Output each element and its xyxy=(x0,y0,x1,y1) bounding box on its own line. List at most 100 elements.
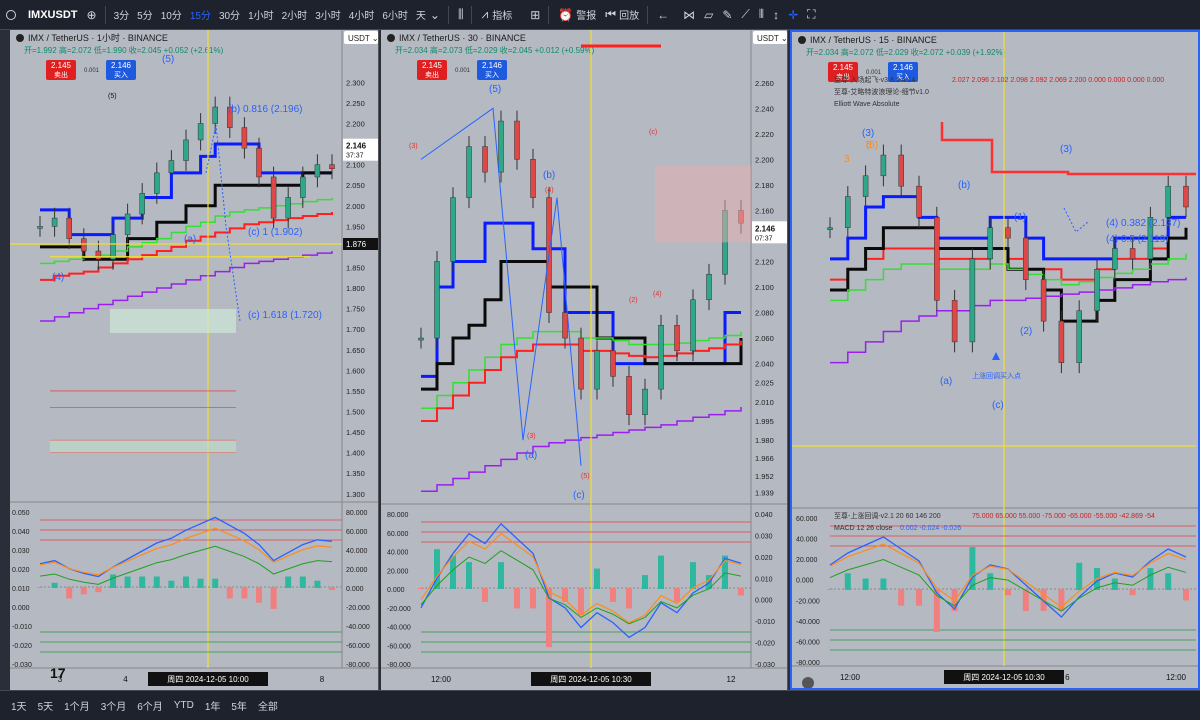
range-7[interactable]: 5年 xyxy=(231,698,247,713)
osc-line-fast xyxy=(39,516,333,578)
measure-icon[interactable]: ↕ xyxy=(773,8,779,22)
settings-dot-icon xyxy=(802,677,814,688)
chart-pane-30m[interactable]: IMX / TetherUS · 30 · BINANCE 开=2.034 高=2… xyxy=(381,30,788,690)
candle-body xyxy=(578,337,584,390)
osc-right-tick: -0.030 xyxy=(755,662,775,669)
crosshair-price: 1.876 xyxy=(346,240,367,249)
interval-9[interactable]: 6小时 xyxy=(382,7,408,22)
osc-histogram-bar xyxy=(690,562,696,589)
indicators-button[interactable]: 指标 xyxy=(492,7,512,22)
chart-pane-15m[interactable]: IMX / TetherUS · 15 · BINANCE 开=2.034 高=2… xyxy=(790,30,1200,690)
interval-4[interactable]: 30分 xyxy=(219,7,240,22)
candle-body xyxy=(51,217,58,227)
osc-histogram-bar xyxy=(1129,589,1136,596)
osc-histogram-bar xyxy=(124,576,131,588)
interval-10[interactable]: 天 xyxy=(416,7,426,22)
y-tick-label: 1.966 xyxy=(755,454,774,463)
fullscreen-icon[interactable]: ⛶ xyxy=(807,7,815,22)
range-6[interactable]: 1年 xyxy=(205,698,221,713)
chart-pane-1h[interactable]: IMX / TetherUS · 1小时 · BINANCE 开=1.992 高=… xyxy=(10,30,379,690)
candle-body xyxy=(862,175,869,197)
candle-body xyxy=(1023,237,1029,280)
interval-7[interactable]: 3小时 xyxy=(315,7,341,22)
plus-circle-icon[interactable]: ⊕ xyxy=(87,8,97,22)
candle-body xyxy=(1129,248,1136,260)
wave-annotation: 上涨回调买入点 xyxy=(972,371,1021,380)
crosshair-icon[interactable]: ✛ xyxy=(788,8,798,22)
replay-button[interactable]: 回放 xyxy=(619,7,639,22)
osc-title: 至尊-上涨回调-v2.1 20 60 146 200 xyxy=(834,511,941,520)
last-price: 2.146 xyxy=(346,142,367,151)
candle-body xyxy=(690,299,696,352)
candle-body xyxy=(418,337,424,341)
candle-body xyxy=(880,154,887,177)
osc-right-tick: -40.000 xyxy=(346,624,370,631)
range-8[interactable]: 全部 xyxy=(258,698,278,713)
layout-grid-icon[interactable]: ⊞ xyxy=(530,8,540,22)
candle-body xyxy=(674,325,680,352)
rectangle-draw-icon[interactable]: ▱ xyxy=(704,8,713,22)
resistance-zone xyxy=(655,165,751,243)
interval-6[interactable]: 2小时 xyxy=(282,7,308,22)
osc-histogram-bar xyxy=(916,589,922,606)
osc-right-tick: -80.000 xyxy=(346,662,370,669)
interval-8[interactable]: 4小时 xyxy=(349,7,375,22)
countdown: 37:37 xyxy=(346,153,364,160)
ohlc-readout: 开=2.034 高=2.073 低=2.029 收=2.045 +0.012 (… xyxy=(395,45,595,55)
indicators-icon[interactable]: ⩘ xyxy=(481,7,488,22)
candle-body xyxy=(969,258,976,343)
alert-button[interactable]: 警报 xyxy=(576,7,596,22)
pen-icon[interactable]: ✎ xyxy=(722,8,732,22)
osc-left-tick: -20.000 xyxy=(387,606,411,613)
osc-histogram-bar xyxy=(80,587,87,595)
osc-left-tick: -0.030 xyxy=(12,662,32,669)
osc-histogram-bar xyxy=(969,547,976,590)
symbol-search-icon[interactable] xyxy=(6,9,16,20)
wave-annotation: (a) xyxy=(940,376,952,387)
osc-left-tick: 40.000 xyxy=(387,550,409,557)
chevron-down-icon[interactable]: ⌄ xyxy=(430,8,440,22)
range-0[interactable]: 1天 xyxy=(11,698,27,713)
sell-price: 2.145 xyxy=(51,61,72,70)
osc-left-tick: 80.000 xyxy=(387,512,409,519)
osc-right-tick: -0.020 xyxy=(755,641,775,648)
interval-0[interactable]: 3分 xyxy=(114,7,130,22)
sell-price: 2.145 xyxy=(422,61,443,70)
vertical-line-icon[interactable]: ⦀ xyxy=(759,7,764,22)
osc-left-tick: -60.000 xyxy=(387,643,411,650)
x-cursor-label: 周四 2024-12-05 10:30 xyxy=(550,675,632,684)
y-tick-label: 2.100 xyxy=(346,161,365,170)
candle-body xyxy=(626,376,632,415)
candle-body xyxy=(594,350,600,390)
back-arrow-icon[interactable]: ← xyxy=(657,8,669,22)
chart-svg-right: IMX / TetherUS · 15 · BINANCE 开=2.034 高=2… xyxy=(792,32,1198,688)
osc-right-tick: -20.000 xyxy=(346,605,370,612)
brush-icon[interactable]: ⟋ xyxy=(741,7,749,22)
interval-3[interactable]: 15分 xyxy=(190,7,211,22)
symbol-label[interactable]: IMXUSDT xyxy=(28,9,78,21)
range-1[interactable]: 5天 xyxy=(38,698,54,713)
interval-2[interactable]: 10分 xyxy=(161,7,182,22)
range-3[interactable]: 3个月 xyxy=(101,698,127,713)
interval-1[interactable]: 5分 xyxy=(137,7,153,22)
osc-histogram-bar xyxy=(226,587,233,599)
range-5[interactable]: YTD xyxy=(174,700,194,711)
interval-5[interactable]: 1小时 xyxy=(248,7,274,22)
tradingview-logo-icon: 17 xyxy=(50,665,66,681)
osc-right-tick: 40.000 xyxy=(346,548,368,555)
osc-left-tick: 0.030 xyxy=(12,548,30,555)
candle-body xyxy=(916,185,922,218)
y-tick-label: 2.220 xyxy=(755,130,774,139)
range-2[interactable]: 1个月 xyxy=(64,698,90,713)
candles-icon[interactable]: ⫼ xyxy=(458,7,464,22)
alarm-clock-icon[interactable]: ⏰ xyxy=(558,8,573,22)
wave-annotation: (c) xyxy=(649,129,657,136)
osc-histogram-bar xyxy=(314,580,321,588)
candle-body xyxy=(212,106,218,124)
ohlc-readout: 开=2.034 高=2.072 低=2.029 收=2.072 +0.039 (… xyxy=(806,47,1006,57)
range-4[interactable]: 6个月 xyxy=(137,698,163,713)
symbol-logo-icon xyxy=(16,34,24,42)
replay-icon[interactable]: ⏮ xyxy=(605,7,616,22)
buy-signal-icon xyxy=(992,352,1000,360)
xabcd-pattern-icon[interactable]: ⋈ xyxy=(683,8,695,22)
